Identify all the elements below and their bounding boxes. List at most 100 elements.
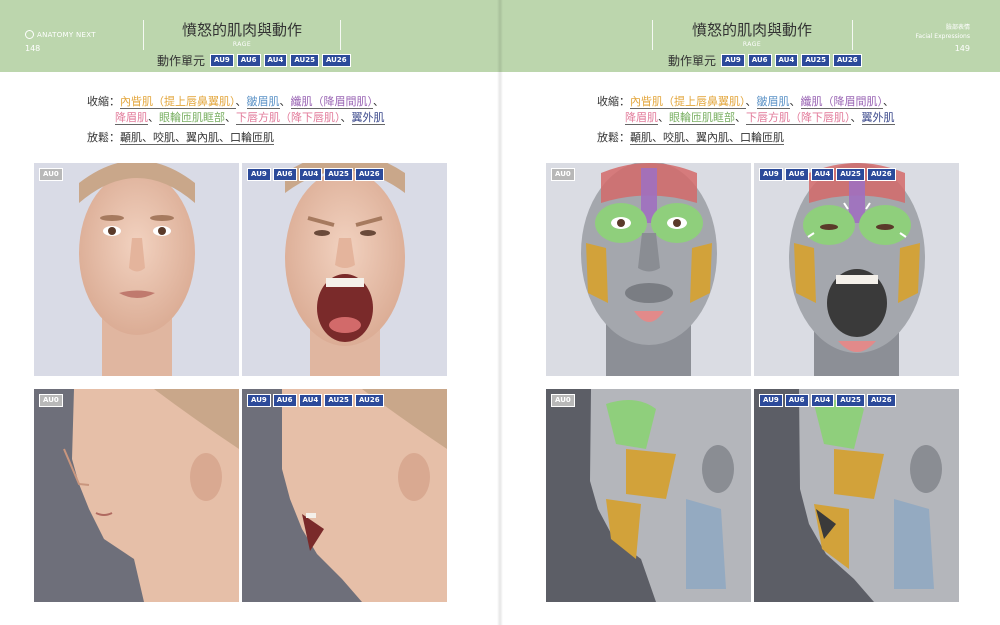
photo-front-neutral: AU0 bbox=[34, 163, 239, 376]
logo-text: ANATOMY NEXT bbox=[37, 30, 96, 39]
au-badge: AU9 bbox=[247, 394, 271, 407]
contract-line-2: 降眉肌、眼輪匝肌眶部、下唇方肌（降下唇肌）、翼外肌 bbox=[115, 111, 385, 125]
au-badge: AU4 bbox=[810, 394, 835, 407]
muscle-name: 、 bbox=[789, 95, 801, 108]
muscle-name: 眼輪匝肌眶部 bbox=[159, 111, 225, 125]
au-badge: AU4 bbox=[298, 168, 323, 181]
relax-text: 顳肌、咬肌、翼內肌、口輪匝肌 bbox=[630, 131, 784, 145]
page-title-right: 憤怒的肌肉與動作 bbox=[691, 21, 812, 39]
muscle-name: 纖肌（降眉間肌） bbox=[290, 95, 373, 109]
section-label-en: Facial Expressions bbox=[915, 33, 971, 40]
au-badge: AU26 bbox=[354, 394, 384, 407]
muscle-name: 、 bbox=[225, 111, 236, 124]
panel-tag: AU0 bbox=[39, 168, 63, 181]
muscle-name: 、 bbox=[735, 111, 746, 124]
au-badge: AU6 bbox=[236, 54, 261, 67]
action-units-label: 動作單元 bbox=[668, 54, 717, 68]
muscle-name: 翼外肌 bbox=[351, 111, 385, 125]
au-badge: AU4 bbox=[774, 54, 799, 67]
muscle-name: 眼輪匝肌眶部 bbox=[669, 111, 735, 125]
page-title-left: 憤怒的肌肉與動作 bbox=[181, 21, 302, 39]
au-badge: AU25 bbox=[836, 168, 865, 181]
logo-icon bbox=[25, 30, 34, 39]
muscle-name: 內眥肌（提上唇鼻翼肌） bbox=[120, 95, 236, 109]
au-badge: AU6 bbox=[272, 168, 297, 181]
muscle-name: 內眥肌（提上唇鼻翼肌） bbox=[630, 95, 746, 109]
muscle-name: 、 bbox=[883, 95, 894, 108]
contract-label: 收縮： bbox=[597, 95, 630, 108]
contract-row-2: 降眉肌、眼輪匝肌眶部、下唇方肌（降下唇肌）、翼外肌 bbox=[597, 110, 895, 126]
contract-line-1: 內眥肌（提上唇鼻翼肌）、皺眉肌、纖肌（降眉間肌）、 bbox=[120, 95, 384, 109]
au-badge: AU25 bbox=[290, 54, 319, 67]
au-badge: AU6 bbox=[272, 394, 297, 407]
au-badge: AU6 bbox=[784, 168, 809, 181]
muscle-description-left: 收縮：內眥肌（提上唇鼻翼肌）、皺眉肌、纖肌（降眉間肌）、 降眉肌、眼輪匝肌眶部、… bbox=[87, 94, 385, 146]
au-badge: AU25 bbox=[324, 394, 353, 407]
page-subtitle-left: RAGE bbox=[232, 41, 252, 48]
au-badge: AU9 bbox=[721, 54, 745, 67]
au-badge: AU0 bbox=[551, 168, 575, 181]
au-badge: AU4 bbox=[263, 54, 288, 67]
panel-tag: AU9 AU6 AU4 AU25 AU26 bbox=[247, 394, 384, 407]
muscle-name: 、 bbox=[235, 95, 247, 108]
anatomy-front-rage: AU9 AU6 AU4 AU25 AU26 bbox=[754, 163, 959, 376]
au-badge: AU25 bbox=[324, 168, 353, 181]
muscle-name: 、 bbox=[340, 111, 352, 124]
page-number-right: 149 bbox=[954, 44, 970, 53]
au-badge: AU9 bbox=[759, 168, 783, 181]
au-badge: AU6 bbox=[747, 54, 772, 67]
muscle-description-right: 收縮：內眥肌（提上唇鼻翼肌）、皺眉肌、纖肌（降眉間肌）、 降眉肌、眼輪匝肌眶部、… bbox=[597, 94, 895, 146]
muscle-name: 降眉肌 bbox=[625, 111, 658, 125]
publisher-logo: ANATOMY NEXT bbox=[25, 30, 96, 39]
muscle-name: 、 bbox=[148, 111, 159, 124]
page-gutter bbox=[497, 0, 503, 625]
anatomy-front-neutral: AU0 bbox=[546, 163, 751, 376]
anatomy-profile-neutral: AU0 bbox=[546, 389, 751, 602]
au-badge: AU9 bbox=[759, 394, 783, 407]
au-badge: AU9 bbox=[210, 54, 234, 67]
panel-tag: AU9 AU6 AU4 AU25 AU26 bbox=[759, 168, 896, 181]
relax-row: 放鬆：顳肌、咬肌、翼內肌、口輪匝肌 bbox=[87, 130, 385, 146]
relax-label: 放鬆： bbox=[87, 131, 120, 144]
action-units-label: 動作單元 bbox=[157, 54, 206, 68]
muscle-name: 下唇方肌（降下唇肌） bbox=[236, 111, 341, 125]
contract-label: 收縮： bbox=[87, 95, 120, 108]
au-badge: AU0 bbox=[551, 394, 575, 407]
page-subtitle-right: RAGE bbox=[742, 41, 762, 48]
contract-line-1: 內眥肌（提上唇鼻翼肌）、皺眉肌、纖肌（降眉間肌）、 bbox=[630, 95, 894, 109]
muscle-name: 、 bbox=[373, 95, 384, 108]
au-badge: AU9 bbox=[247, 168, 271, 181]
anatomy-profile-rage: AU9 AU6 AU4 AU25 AU26 bbox=[754, 389, 959, 602]
panel-tag: AU9 AU6 AU4 AU25 AU26 bbox=[247, 168, 384, 181]
relax-label: 放鬆： bbox=[597, 131, 630, 144]
contract-row: 收縮：內眥肌（提上唇鼻翼肌）、皺眉肌、纖肌（降眉間肌）、 bbox=[597, 94, 895, 110]
muscle-name: 翼外肌 bbox=[861, 111, 895, 125]
au-badge: AU4 bbox=[298, 394, 323, 407]
muscle-name: 、 bbox=[658, 111, 669, 124]
panel-tag: AU0 bbox=[551, 394, 575, 407]
muscle-name: 、 bbox=[745, 95, 757, 108]
au-badge: AU0 bbox=[39, 168, 63, 181]
au-badge: AU26 bbox=[832, 54, 862, 67]
muscle-name: 降眉肌 bbox=[115, 111, 148, 125]
au-badge: AU25 bbox=[801, 54, 830, 67]
page-number-left: 148 bbox=[25, 44, 41, 53]
photo-front-rage: AU9 AU6 AU4 AU25 AU26 bbox=[242, 163, 447, 376]
photo-profile-neutral: AU0 bbox=[34, 389, 239, 602]
panel-tag: AU0 bbox=[551, 168, 575, 181]
muscle-name: 、 bbox=[279, 95, 291, 108]
panel-tag: AU9 AU6 AU4 AU25 AU26 bbox=[759, 394, 896, 407]
action-units-left: 動作單元 AU9 AU6 AU4 AU25 AU26 bbox=[157, 52, 351, 69]
au-badge: AU26 bbox=[866, 168, 896, 181]
au-badge: AU26 bbox=[354, 168, 384, 181]
contract-row-2: 降眉肌、眼輪匝肌眶部、下唇方肌（降下唇肌）、翼外肌 bbox=[87, 110, 385, 126]
relax-row: 放鬆：顳肌、咬肌、翼內肌、口輪匝肌 bbox=[597, 130, 895, 146]
contract-line-2: 降眉肌、眼輪匝肌眶部、下唇方肌（降下唇肌）、翼外肌 bbox=[625, 111, 895, 125]
muscle-name: 、 bbox=[850, 111, 862, 124]
au-badge: AU6 bbox=[784, 394, 809, 407]
contract-row: 收縮：內眥肌（提上唇鼻翼肌）、皺眉肌、纖肌（降眉間肌）、 bbox=[87, 94, 385, 110]
au-badge: AU25 bbox=[836, 394, 865, 407]
au-badge: AU26 bbox=[866, 394, 896, 407]
photo-profile-rage: AU9 AU6 AU4 AU25 AU26 bbox=[242, 389, 447, 602]
relax-text: 顳肌、咬肌、翼內肌、口輪匝肌 bbox=[120, 131, 274, 145]
